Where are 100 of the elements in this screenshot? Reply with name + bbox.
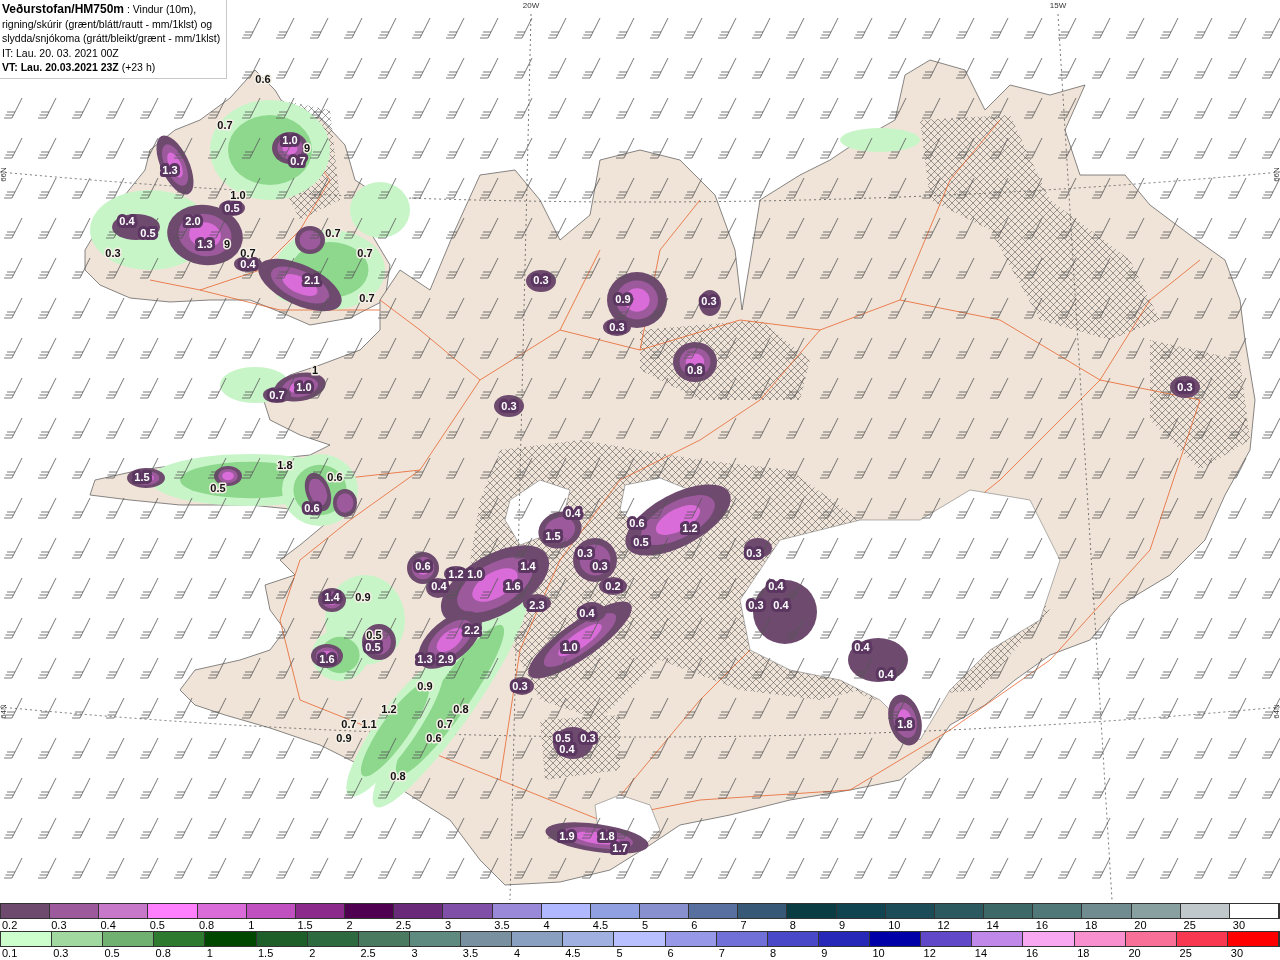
precipitation-value: 1.2 bbox=[682, 522, 698, 534]
precipitation-value: 0.3 bbox=[501, 400, 517, 412]
precipitation-value: 2.1 bbox=[304, 274, 320, 286]
legend-value: 0.4 bbox=[99, 919, 116, 931]
precipitation-value: 0.6 bbox=[415, 560, 431, 572]
precipitation-value: 0.7 bbox=[437, 718, 453, 730]
precipitation-value: 0.4 bbox=[240, 258, 256, 270]
precipitation-value: 0.7 bbox=[217, 119, 233, 131]
legend-value: 7 bbox=[739, 919, 747, 931]
legend-value: 10 bbox=[871, 947, 885, 959]
legend-value: 14 bbox=[985, 919, 999, 931]
legend-value: 0.5 bbox=[103, 947, 120, 959]
legend-value: 25 bbox=[1178, 947, 1192, 959]
precipitation-area bbox=[333, 489, 357, 517]
precipitation-value: 0.7 bbox=[325, 227, 341, 239]
precipitation-value: 1.0 bbox=[230, 189, 246, 201]
latitude-label: 66N bbox=[1272, 167, 1280, 182]
precipitation-value: 0.3 bbox=[746, 547, 762, 559]
legend-value: 16 bbox=[1025, 947, 1039, 959]
legend-value: 12 bbox=[936, 919, 950, 931]
precipitation-value: 1.4 bbox=[324, 591, 340, 603]
legend-value: 1.5 bbox=[296, 919, 313, 931]
precipitation-value: 1.8 bbox=[599, 830, 615, 842]
latitude-label: 66N bbox=[0, 167, 8, 182]
precipitation-value: 0.4 bbox=[773, 599, 789, 611]
legend-value: 3 bbox=[444, 919, 452, 931]
precipitation-value: 1.7 bbox=[612, 842, 628, 854]
precipitation-value: 0.9 bbox=[355, 591, 371, 603]
precipitation-value: 0.7 bbox=[357, 247, 373, 259]
legend-value: 18 bbox=[1084, 919, 1098, 931]
precipitation-area bbox=[318, 588, 346, 612]
legend-value: 25 bbox=[1182, 919, 1196, 931]
precipitation-value: 2.9 bbox=[438, 653, 454, 665]
legend-value: 3.5 bbox=[493, 919, 510, 931]
precipitation-value: 1.8 bbox=[277, 459, 293, 471]
precipitation-value: 1.0 bbox=[562, 641, 578, 653]
precipitation-area bbox=[673, 342, 717, 382]
legend-value: 9 bbox=[837, 919, 846, 931]
precipitation-value: 0.4 bbox=[768, 580, 784, 592]
precipitation-value: 1.2 bbox=[381, 703, 397, 715]
legend-value: 6 bbox=[666, 947, 674, 959]
precipitation-value: 0.3 bbox=[105, 247, 121, 259]
legend-value: 0.8 bbox=[154, 947, 171, 959]
legend-value: 0.8 bbox=[197, 919, 215, 931]
precipitation-value: 1.4 bbox=[520, 560, 536, 572]
legend-value: 12 bbox=[922, 947, 936, 959]
legend-value: 4.5 bbox=[564, 947, 581, 959]
precipitation-value: 0.7 bbox=[269, 389, 285, 401]
precipitation-area bbox=[311, 644, 343, 668]
legend-value: 30 bbox=[1231, 919, 1245, 931]
precipitation-area bbox=[127, 468, 165, 488]
precipitation-value: 0.3 bbox=[609, 321, 625, 333]
precipitation-area bbox=[362, 624, 396, 660]
legend-value: 8 bbox=[769, 947, 777, 959]
precipitation-value: 0.5 bbox=[633, 536, 649, 548]
precipitation-area bbox=[1170, 376, 1200, 398]
legend-value: 4.5 bbox=[591, 919, 609, 931]
legend-value: 8 bbox=[788, 919, 796, 931]
precipitation-value: 0.3 bbox=[533, 274, 549, 286]
precipitation-value: 0.5 bbox=[365, 641, 381, 653]
legend-value: 4 bbox=[513, 947, 521, 959]
legend-value: 1 bbox=[247, 919, 255, 931]
legend-value: 5 bbox=[641, 919, 649, 931]
precipitation-value: 1.9 bbox=[559, 830, 575, 842]
precipitation-value: 0.6 bbox=[426, 732, 442, 744]
precipitation-value: 0.5 bbox=[366, 629, 382, 641]
precipitation-value: 0.3 bbox=[592, 560, 608, 572]
legend-value: 10 bbox=[887, 919, 901, 931]
legend-value: 2 bbox=[308, 947, 316, 959]
precipitation-area bbox=[699, 290, 721, 316]
precipitation-value: 1.2 bbox=[448, 568, 464, 580]
precipitation-value: 0.4 bbox=[878, 668, 894, 680]
legend-value: 20 bbox=[1133, 919, 1147, 931]
precipitation-value: 0.3 bbox=[577, 547, 593, 559]
precipitation-value: 0.4 bbox=[431, 580, 447, 592]
precipitation-area bbox=[744, 538, 772, 558]
legend-value: 3.5 bbox=[461, 947, 479, 959]
precipitation-area bbox=[526, 270, 556, 292]
legend-value: 7 bbox=[717, 947, 725, 959]
precipitation-value: 1.0 bbox=[467, 568, 483, 580]
precipitation-value: 0.4 bbox=[854, 641, 870, 653]
precipitation-area bbox=[494, 395, 524, 417]
legend-value: 4 bbox=[542, 919, 550, 931]
issue-time: IT: Lau. 20. 03. 2021 00Z bbox=[2, 45, 120, 60]
legend-value: 5 bbox=[615, 947, 623, 959]
legend-value: 1.5 bbox=[257, 947, 274, 959]
precipitation-value: 0.8 bbox=[453, 703, 469, 715]
latitude-label: 64N bbox=[0, 704, 8, 719]
precipitation-value: 0.4 bbox=[559, 743, 575, 755]
precipitation-area bbox=[156, 135, 194, 195]
map-description: Veðurstofan/HM750m : Vindur (10m), rigning/skúrir (grænt/blátt/rautt - mm/1klst) og slydda/snjókoma (grátt/bleikt/grænt - mm/1klst) bbox=[2, 2, 221, 46]
precipitation-area bbox=[888, 694, 922, 746]
precipitation-area bbox=[848, 638, 908, 682]
precipitation-value: 1.5 bbox=[134, 471, 150, 483]
precipitation-area bbox=[112, 214, 160, 240]
precipitation-value: 0.5 bbox=[210, 482, 226, 494]
legend-value: 2 bbox=[345, 919, 353, 931]
legend-value: 0.5 bbox=[148, 919, 165, 931]
precipitation-value: 0.4 bbox=[119, 215, 135, 227]
legend-value: 0.1 bbox=[1, 947, 18, 959]
